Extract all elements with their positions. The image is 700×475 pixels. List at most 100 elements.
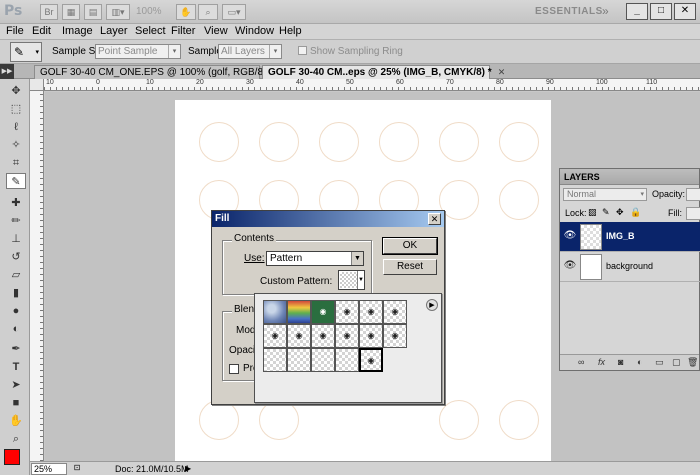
vertical-ruler[interactable] [30, 91, 44, 461]
picker-scrollbar[interactable] [435, 316, 441, 402]
ok-button[interactable]: OK [382, 237, 438, 255]
path-selection-tool-icon[interactable]: ➤ [6, 377, 26, 393]
history-brush-tool-icon[interactable]: ↺ [6, 249, 26, 265]
zoom-tool-icon[interactable]: ⌕ [198, 4, 218, 20]
arrange-icon[interactable]: ▥▾ [106, 4, 130, 20]
lasso-tool-icon[interactable]: ℓ [6, 119, 26, 135]
menu-edit[interactable]: Edit [32, 25, 51, 37]
layer-row-background[interactable]: 👁 background [560, 252, 700, 282]
menu-file[interactable]: File [6, 25, 24, 37]
pattern-transparent[interactable] [335, 348, 359, 372]
pattern-golf-small[interactable]: ◉ [335, 324, 359, 348]
dodge-tool-icon[interactable]: ◐ [6, 321, 26, 337]
pattern-transparent[interactable] [311, 348, 335, 372]
lock-transparent-icon[interactable]: ▨ [588, 207, 597, 218]
blur-tool-icon[interactable]: ● [6, 303, 26, 319]
pattern-selected[interactable]: ◉ [359, 348, 383, 372]
marquee-tool-icon[interactable]: ⬚ [6, 101, 26, 117]
type-tool-icon[interactable]: T [6, 359, 26, 375]
add-mask-icon[interactable]: ◙ [618, 357, 623, 367]
ruler-origin[interactable] [30, 79, 44, 91]
layers-panel-title[interactable]: LAYERS [560, 169, 699, 185]
close-tab-icon[interactable]: ✕ [498, 67, 506, 77]
workspace-switcher[interactable]: ESSENTIALS [535, 6, 603, 17]
pattern-transparent[interactable] [263, 348, 287, 372]
collapse-panels-icon[interactable]: ▶▶ [0, 64, 14, 79]
layer-opacity-field[interactable] [686, 188, 700, 201]
status-info-icon[interactable]: ⊡ [70, 463, 84, 475]
trash-icon[interactable]: 🗑 [687, 357, 698, 368]
hand-tool-icon[interactable]: ✋ [6, 413, 26, 429]
link-layers-icon[interactable]: ∞ [578, 357, 584, 367]
eye-icon[interactable]: 👁 [563, 230, 577, 244]
minibridge-icon[interactable]: ▦ [62, 4, 80, 20]
close-button[interactable]: ✕ [674, 3, 696, 20]
menu-layer[interactable]: Layer [100, 25, 128, 37]
zoom-level-display[interactable]: 100% [136, 6, 162, 17]
pattern-golf-small[interactable]: ◉ [359, 300, 383, 324]
status-menu-icon[interactable]: ▶ [185, 464, 191, 473]
lock-all-icon[interactable]: 🔒 [630, 207, 641, 218]
eye-icon[interactable]: 👁 [563, 260, 577, 274]
menu-select[interactable]: Select [135, 25, 166, 37]
tab-golf-img-b[interactable]: GOLF 30-40 CM..eps @ 25% (IMG_B, CMYK/8)… [262, 65, 505, 79]
gradient-tool-icon[interactable]: ▮ [6, 285, 26, 301]
menu-view[interactable]: View [204, 25, 228, 37]
new-layer-icon[interactable]: ▢ [672, 357, 681, 368]
shape-tool-icon[interactable]: ■ [6, 395, 26, 411]
layer-row-img-b[interactable]: 👁 IMG_B [560, 222, 700, 252]
lock-position-icon[interactable]: ✥ [616, 207, 624, 218]
bridge-icon[interactable]: Br [40, 4, 58, 20]
menu-filter[interactable]: Filter [171, 25, 195, 37]
pattern-golf-small[interactable]: ◉ [287, 324, 311, 348]
sample-size-select[interactable]: Point Sample ▾ [95, 44, 181, 59]
tab-golf-one[interactable]: GOLF 30-40 CM_ONE.EPS @ 100% (golf, RGB/… [34, 65, 287, 79]
pattern-golf-small[interactable]: ◉ [263, 324, 287, 348]
minimize-button[interactable]: _ [626, 3, 648, 20]
eyedropper-tool-icon[interactable]: ✎ [6, 173, 26, 189]
layer-style-icon[interactable]: fx [598, 357, 605, 367]
clone-stamp-tool-icon[interactable]: ⊥ [6, 231, 26, 247]
pattern-golf-small[interactable]: ◉ [383, 324, 407, 348]
pattern-golf-small[interactable]: ◉ [311, 324, 335, 348]
pattern-transparent[interactable] [287, 348, 311, 372]
custom-pattern-picker[interactable]: ▼ [338, 270, 365, 290]
zoom-field[interactable]: 25% [31, 463, 67, 475]
menu-image[interactable]: Image [62, 25, 93, 37]
pattern-rainbow[interactable] [287, 300, 311, 324]
blend-mode-select[interactable]: Normal ▾ [563, 188, 647, 201]
horizontal-ruler[interactable]: 10 0 10 20 30 40 50 60 70 80 90 100 110 [44, 79, 700, 91]
foreground-color-swatch[interactable] [4, 449, 20, 465]
pattern-bubbles[interactable] [263, 300, 287, 324]
reset-button[interactable]: Reset [383, 259, 437, 275]
zoom-tool-icon[interactable]: ⌕ [6, 431, 26, 447]
picker-menu-icon[interactable]: ▶ [426, 299, 438, 311]
workspace-more-icon[interactable]: » [602, 4, 609, 18]
crop-tool-icon[interactable]: ⌗ [6, 155, 26, 171]
sample-select[interactable]: All Layers ▾ [218, 44, 282, 59]
adjustment-layer-icon[interactable]: ◐ [637, 357, 642, 367]
preserve-transparency-checkbox[interactable] [229, 364, 239, 374]
tool-preset-picker[interactable]: ✎ ▾ [10, 42, 42, 62]
quick-select-tool-icon[interactable]: ✧ [6, 137, 26, 153]
pattern-golf-small[interactable]: ◉ [359, 324, 383, 348]
new-group-icon[interactable]: ▭ [655, 357, 664, 368]
eraser-tool-icon[interactable]: ▱ [6, 267, 26, 283]
layer-fill-field[interactable] [686, 207, 700, 220]
guides-icon[interactable]: ▤ [84, 4, 102, 20]
lock-image-icon[interactable]: ✎ [602, 207, 610, 218]
hand-tool-icon[interactable]: ✋ [176, 4, 196, 20]
pattern-golf-small[interactable]: ◉ [383, 300, 407, 324]
move-tool-icon[interactable]: ✥ [6, 83, 26, 99]
close-icon[interactable]: ✕ [428, 213, 441, 225]
maximize-button[interactable]: □ [650, 3, 672, 20]
fill-dialog-title[interactable]: Fill [212, 211, 444, 227]
pattern-golf-small[interactable]: ◉ [335, 300, 359, 324]
menu-window[interactable]: Window [235, 25, 274, 37]
use-select[interactable]: Pattern ▼ [266, 251, 364, 266]
screen-mode-icon[interactable]: ▭▾ [222, 4, 246, 20]
pen-tool-icon[interactable]: ✒ [6, 341, 26, 357]
brush-tool-icon[interactable]: ✏ [6, 213, 26, 229]
pattern-golf-ball[interactable]: ◉ [311, 300, 335, 324]
show-sampling-ring-checkbox[interactable]: Show Sampling Ring [298, 46, 403, 57]
